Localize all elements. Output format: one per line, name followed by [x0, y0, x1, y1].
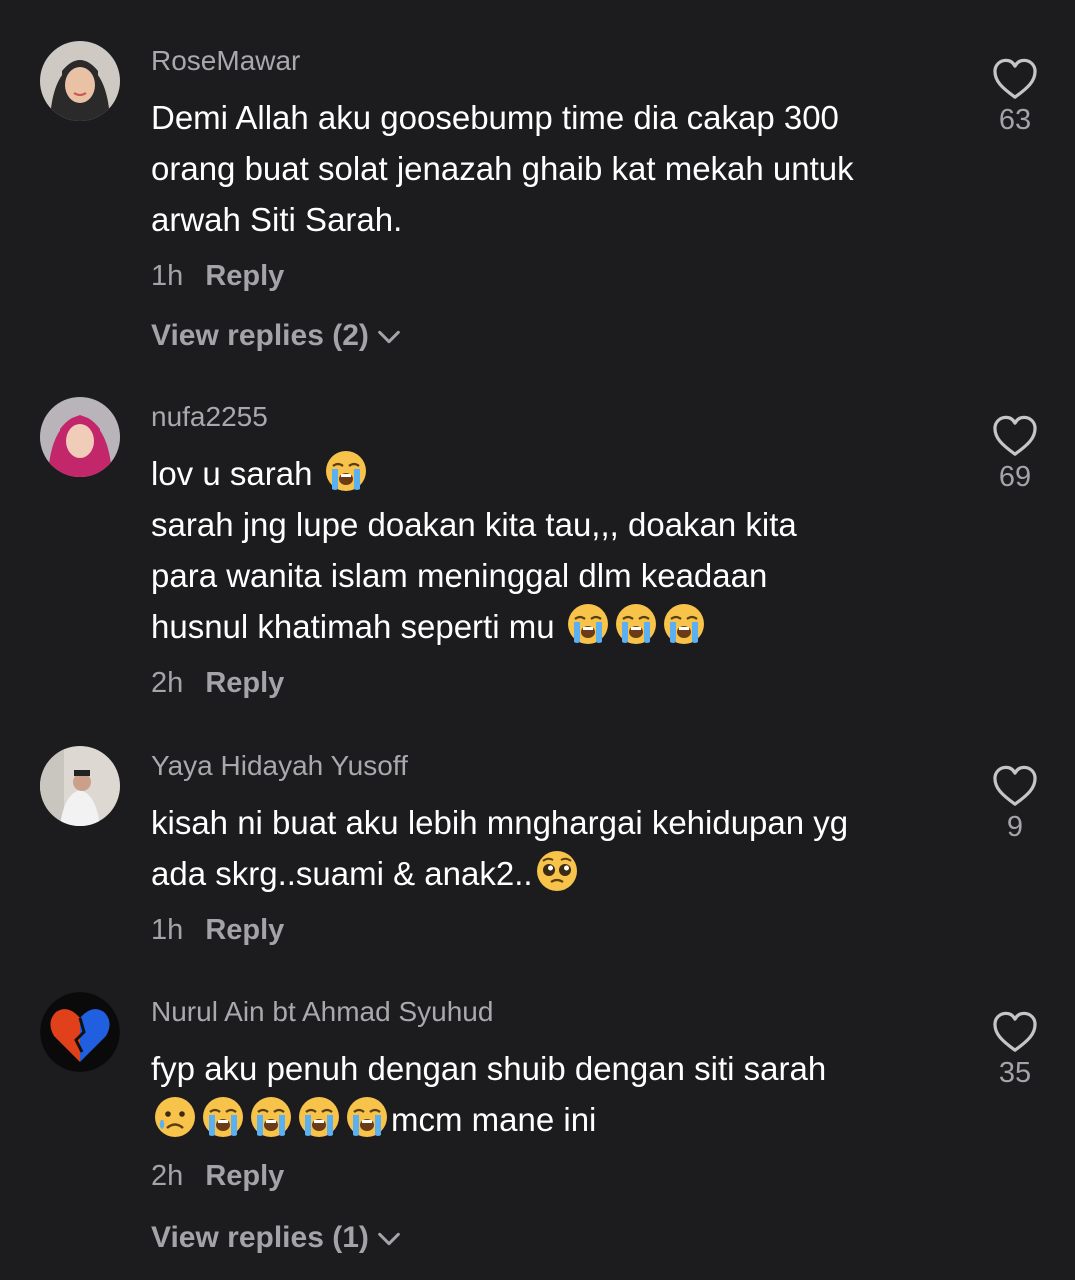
- user-avatar-icon: [40, 41, 120, 121]
- comment-username[interactable]: nufa2255: [151, 400, 951, 434]
- chevron-down-icon: [375, 323, 403, 351]
- chevron-down-icon: [375, 1225, 403, 1253]
- avatar[interactable]: [40, 746, 120, 826]
- like-button[interactable]: 69: [985, 415, 1045, 494]
- comment-text: fyp aku penuh dengan shuib dengan siti s…: [151, 1043, 951, 1145]
- comment-time: 2h: [151, 667, 184, 699]
- like-count: 63: [998, 104, 1032, 136]
- heart-outline-icon: [992, 58, 1038, 100]
- comment-username[interactable]: RoseMawar: [151, 44, 951, 78]
- comment-text: kisah ni buat aku lebih mnghargai kehidu…: [151, 797, 951, 899]
- comment-text-line: mcm mane ini: [391, 1101, 597, 1138]
- reply-button[interactable]: Reply: [205, 260, 284, 292]
- comment-time: 1h: [151, 260, 184, 292]
- comment-text-line: kisah ni buat aku lebih mnghargai kehidu…: [151, 804, 849, 841]
- comment-meta: 2h Reply: [151, 666, 951, 700]
- user-avatar-icon: [40, 397, 120, 477]
- comment-text-line: ada skrg..suami & anak2..: [151, 855, 533, 892]
- comment-time: 1h: [151, 914, 184, 946]
- comment-text-line: Demi Allah aku goosebump time dia cakap …: [151, 99, 839, 136]
- user-avatar-icon: [40, 992, 120, 1072]
- comment-text-line: orang buat solat jenazah ghaib kat mekah…: [151, 150, 854, 187]
- view-replies-button[interactable]: View replies (2): [151, 318, 403, 354]
- reply-button[interactable]: Reply: [205, 914, 284, 946]
- comment-time: 2h: [151, 1160, 184, 1192]
- loudly-crying-face-icon: [201, 1095, 245, 1139]
- comment-username[interactable]: Yaya Hidayah Yusoff: [151, 749, 951, 783]
- heart-outline-icon: [992, 765, 1038, 807]
- loudly-crying-face-icon: [249, 1095, 293, 1139]
- pleading-face-icon: [535, 849, 579, 893]
- avatar[interactable]: [40, 397, 120, 477]
- view-replies-button[interactable]: View replies (1): [151, 1220, 403, 1256]
- loudly-crying-face-icon: [662, 602, 706, 646]
- view-replies-label: View replies (2): [151, 319, 369, 352]
- view-replies-label: View replies (1): [151, 1221, 369, 1254]
- avatar[interactable]: [40, 41, 120, 121]
- comment-username[interactable]: Nurul Ain bt Ahmad Syuhud: [151, 995, 951, 1029]
- comment-meta: 2h Reply: [151, 1159, 951, 1193]
- like-count: 35: [998, 1057, 1032, 1089]
- loudly-crying-face-icon: [345, 1095, 389, 1139]
- crying-face-icon: [153, 1095, 197, 1139]
- user-avatar-icon: [40, 746, 120, 826]
- comment-text-line: husnul khatimah seperti mu: [151, 608, 555, 645]
- heart-outline-icon: [992, 415, 1038, 457]
- like-count: 69: [998, 461, 1032, 493]
- like-count: 9: [1006, 811, 1024, 843]
- heart-outline-icon: [992, 1011, 1038, 1053]
- comment-text: lov u sarah sarah jng lupe doakan kita t…: [151, 448, 951, 652]
- comment-meta: 1h Reply: [151, 913, 951, 947]
- reply-button[interactable]: Reply: [205, 1160, 284, 1192]
- reply-button[interactable]: Reply: [205, 667, 284, 699]
- loudly-crying-face-icon: [566, 602, 610, 646]
- like-button[interactable]: 63: [985, 58, 1045, 137]
- loudly-crying-face-icon: [297, 1095, 341, 1139]
- comment-text-line: para wanita islam meninggal dlm keadaan: [151, 557, 768, 594]
- comment-text-line: fyp aku penuh dengan shuib dengan siti s…: [151, 1050, 827, 1087]
- like-button[interactable]: 9: [985, 765, 1045, 844]
- comment-text: Demi Allah aku goosebump time dia cakap …: [151, 92, 951, 245]
- comment-meta: 1h Reply: [151, 259, 951, 293]
- loudly-crying-face-icon: [324, 449, 368, 493]
- comment-text-line: sarah jng lupe doakan kita tau,,, doakan…: [151, 506, 797, 543]
- comment-text-line: arwah Siti Sarah.: [151, 201, 403, 238]
- like-button[interactable]: 35: [985, 1011, 1045, 1090]
- loudly-crying-face-icon: [614, 602, 658, 646]
- avatar[interactable]: [40, 992, 120, 1072]
- comment-text-line: lov u sarah: [151, 455, 313, 492]
